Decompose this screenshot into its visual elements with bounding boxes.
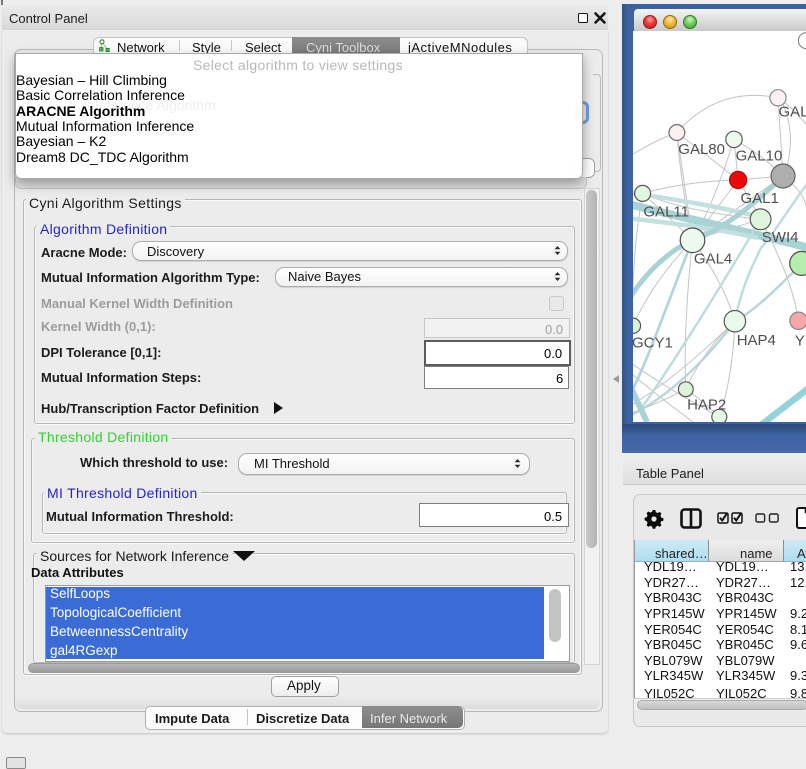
svg-text:GCY1: GCY1 xyxy=(633,335,673,352)
svg-text:YD: YD xyxy=(795,333,806,350)
svg-text:GAL80: GAL80 xyxy=(678,141,725,158)
svg-text:HAP4: HAP4 xyxy=(737,332,776,349)
svg-text:HAP2: HAP2 xyxy=(687,397,726,414)
svg-text:GAL1: GAL1 xyxy=(741,190,779,207)
svg-text:GAL10: GAL10 xyxy=(736,148,783,165)
svg-text:GAL2: GAL2 xyxy=(779,104,806,121)
svg-text:SWI4: SWI4 xyxy=(762,229,799,246)
svg-text:GAL4: GAL4 xyxy=(694,251,732,268)
svg-text:GAL11: GAL11 xyxy=(643,203,689,220)
